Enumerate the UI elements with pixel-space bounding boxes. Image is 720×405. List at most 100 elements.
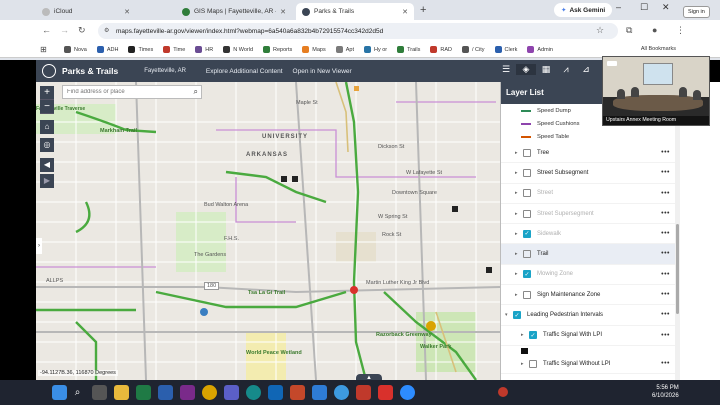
powerpoint-icon[interactable] [290,385,305,400]
expand-chevron-icon[interactable]: ▸ [521,332,529,338]
chrome-icon[interactable] [202,385,217,400]
scrollbar-thumb[interactable] [676,224,679,314]
mail-icon[interactable] [312,385,327,400]
map-view[interactable]: Markham Trail Fayetteville Traverse UNIV… [36,82,500,380]
bookmark-item[interactable]: Times [128,46,153,53]
bookmark-item[interactable]: Nova [64,46,87,53]
explore-content-link[interactable]: Explore Additional Content [206,68,283,75]
layer-visibility-checkbox[interactable]: ✓ [523,229,531,238]
measure-icon[interactable]: ⊿ [576,64,596,75]
layer-row[interactable]: ▸ ✓ Traffic Signal With LPI ••• [501,326,680,346]
layer-row[interactable]: ▸ Trail ••• [501,244,680,265]
acrobat-icon[interactable] [356,385,371,400]
layer-visibility-checkbox[interactable] [523,168,531,177]
home-button[interactable]: ⌂ [40,120,54,134]
file-explorer-icon[interactable] [114,385,129,400]
expand-chevron-icon[interactable]: ▸ [515,271,523,277]
bookmark-item[interactable]: Apt [335,46,354,53]
close-tab-icon[interactable]: ✕ [398,8,408,16]
layer-options-icon[interactable]: ••• [661,360,670,367]
bookmark-item[interactable]: Trails [397,46,420,53]
pdf-icon[interactable] [378,385,393,400]
layer-options-icon[interactable]: ••• [661,271,670,278]
video-call-preview[interactable]: Upstairs Annex Meeting Room [602,56,710,126]
layer-options-icon[interactable]: ••• [661,250,670,257]
maximize-button[interactable]: ☐ [640,2,648,13]
layer-row[interactable]: ▸ Sign Maintenance Zone ••• [501,285,680,306]
profile-avatar-icon[interactable]: ● [652,25,657,35]
site-info-icon[interactable]: ⚙ [104,27,109,34]
task-view-icon[interactable] [92,385,107,400]
bookmark-item[interactable]: Reports [263,46,292,53]
layer-visibility-checkbox[interactable]: ✓ [529,331,537,340]
menu-icon[interactable]: ⋮ [676,25,685,36]
locate-button[interactable]: ◎ [40,138,54,152]
previous-extent-button[interactable]: ◀ [40,158,54,172]
layer-row[interactable]: ▾ ✓ Leading Pedestrian Intervals ••• [501,305,680,326]
ask-gemini-button[interactable]: ✦ Ask Gemini [554,3,613,17]
layer-visibility-checkbox[interactable] [523,209,531,218]
layer-row[interactable]: ▸ ✓ Mowing Zone ••• [501,265,680,286]
extensions-icon[interactable]: ⧉ [626,25,632,36]
side-panel-expander[interactable]: › [36,238,42,254]
tab-gis-maps[interactable]: GIS Maps | Fayetteville, AR - Official..… [176,3,292,20]
windows-start-icon[interactable] [52,385,67,400]
expand-chevron-icon[interactable]: ▸ [515,150,523,156]
chart-icon[interactable]: ⩘ [556,64,576,75]
layer-row[interactable]: ▸ Tree ••• [501,143,680,164]
expand-chevron-icon[interactable]: ▸ [515,231,523,237]
bookmark-item[interactable]: HR [195,46,213,53]
address-search-input[interactable] [63,89,183,95]
back-arrow-icon[interactable]: ← [42,25,51,35]
open-new-viewer-link[interactable]: Open in New Viewer [293,68,352,75]
layer-options-icon[interactable]: ••• [661,210,670,217]
url-input[interactable]: ⚙ maps.fayetteville-ar.gov/viewer/index.… [98,23,618,39]
legend-list-icon[interactable]: ☰ [496,64,516,75]
bookmark-star-icon[interactable]: ☆ [596,25,604,36]
expand-chevron-icon[interactable]: ▸ [515,251,523,257]
outlook-icon[interactable] [268,385,283,400]
layer-options-icon[interactable]: ••• [661,291,670,298]
zoom-out-button[interactable]: − [40,100,54,114]
layer-row[interactable]: ▸ Traffic Signal Without LPI ••• [501,354,680,375]
tab-parks-trails[interactable]: Parks & Trails ✕ [296,3,414,20]
zoom-app-icon[interactable] [400,385,415,400]
expand-chevron-icon[interactable]: ▸ [515,190,523,196]
expand-chevron-icon[interactable]: ▸ [515,292,523,298]
expand-chevron-icon[interactable]: ▸ [521,361,529,367]
layers-icon[interactable]: ◈ [516,64,536,75]
new-tab-button[interactable]: + [420,4,426,16]
teams-icon[interactable] [224,385,239,400]
layer-options-icon[interactable]: ••• [661,332,670,339]
bookmark-item[interactable]: Time [163,46,185,53]
layer-options-icon[interactable]: ••• [661,311,670,318]
expand-chevron-icon[interactable]: ▸ [515,211,523,217]
next-extent-button[interactable]: ▶ [40,174,54,188]
bookmark-item[interactable]: Clerk [494,46,517,53]
taskbar-clock[interactable]: 5:56 PM 6/10/2026 [652,384,679,400]
excel-icon[interactable] [136,385,151,400]
forward-arrow-icon[interactable]: → [60,25,69,35]
bookmark-item[interactable]: Hy or [363,46,387,53]
bookmark-item[interactable]: ADH [96,46,118,53]
layer-visibility-checkbox[interactable] [523,250,531,259]
search-icon[interactable]: ⌕ [70,385,85,400]
close-tab-icon[interactable]: ✕ [276,8,286,16]
layer-visibility-checkbox[interactable] [523,189,531,198]
layer-row[interactable]: ▸ Street ••• [501,184,680,204]
word-icon[interactable] [158,385,173,400]
bookmark-item[interactable]: N World [223,46,253,53]
bookmark-item[interactable]: / City [462,46,485,53]
layer-visibility-checkbox[interactable]: ✓ [513,311,521,320]
tray-app-icon[interactable] [498,387,508,397]
layer-row[interactable]: ▸ Street Subsegment ••• [501,163,680,184]
collapse-chevron-icon[interactable]: ▾ [505,312,513,318]
layer-row[interactable]: ▸ Street Supersegment ••• [501,204,680,225]
all-bookmarks-link[interactable]: All Bookmarks [641,46,676,52]
zoom-in-button[interactable]: + [40,86,54,100]
layer-visibility-checkbox[interactable] [529,359,537,368]
browser-icon[interactable] [334,385,349,400]
bookmark-item[interactable]: Maps [302,46,326,53]
layer-visibility-checkbox[interactable] [523,148,531,157]
reload-icon[interactable]: ↻ [78,25,86,36]
